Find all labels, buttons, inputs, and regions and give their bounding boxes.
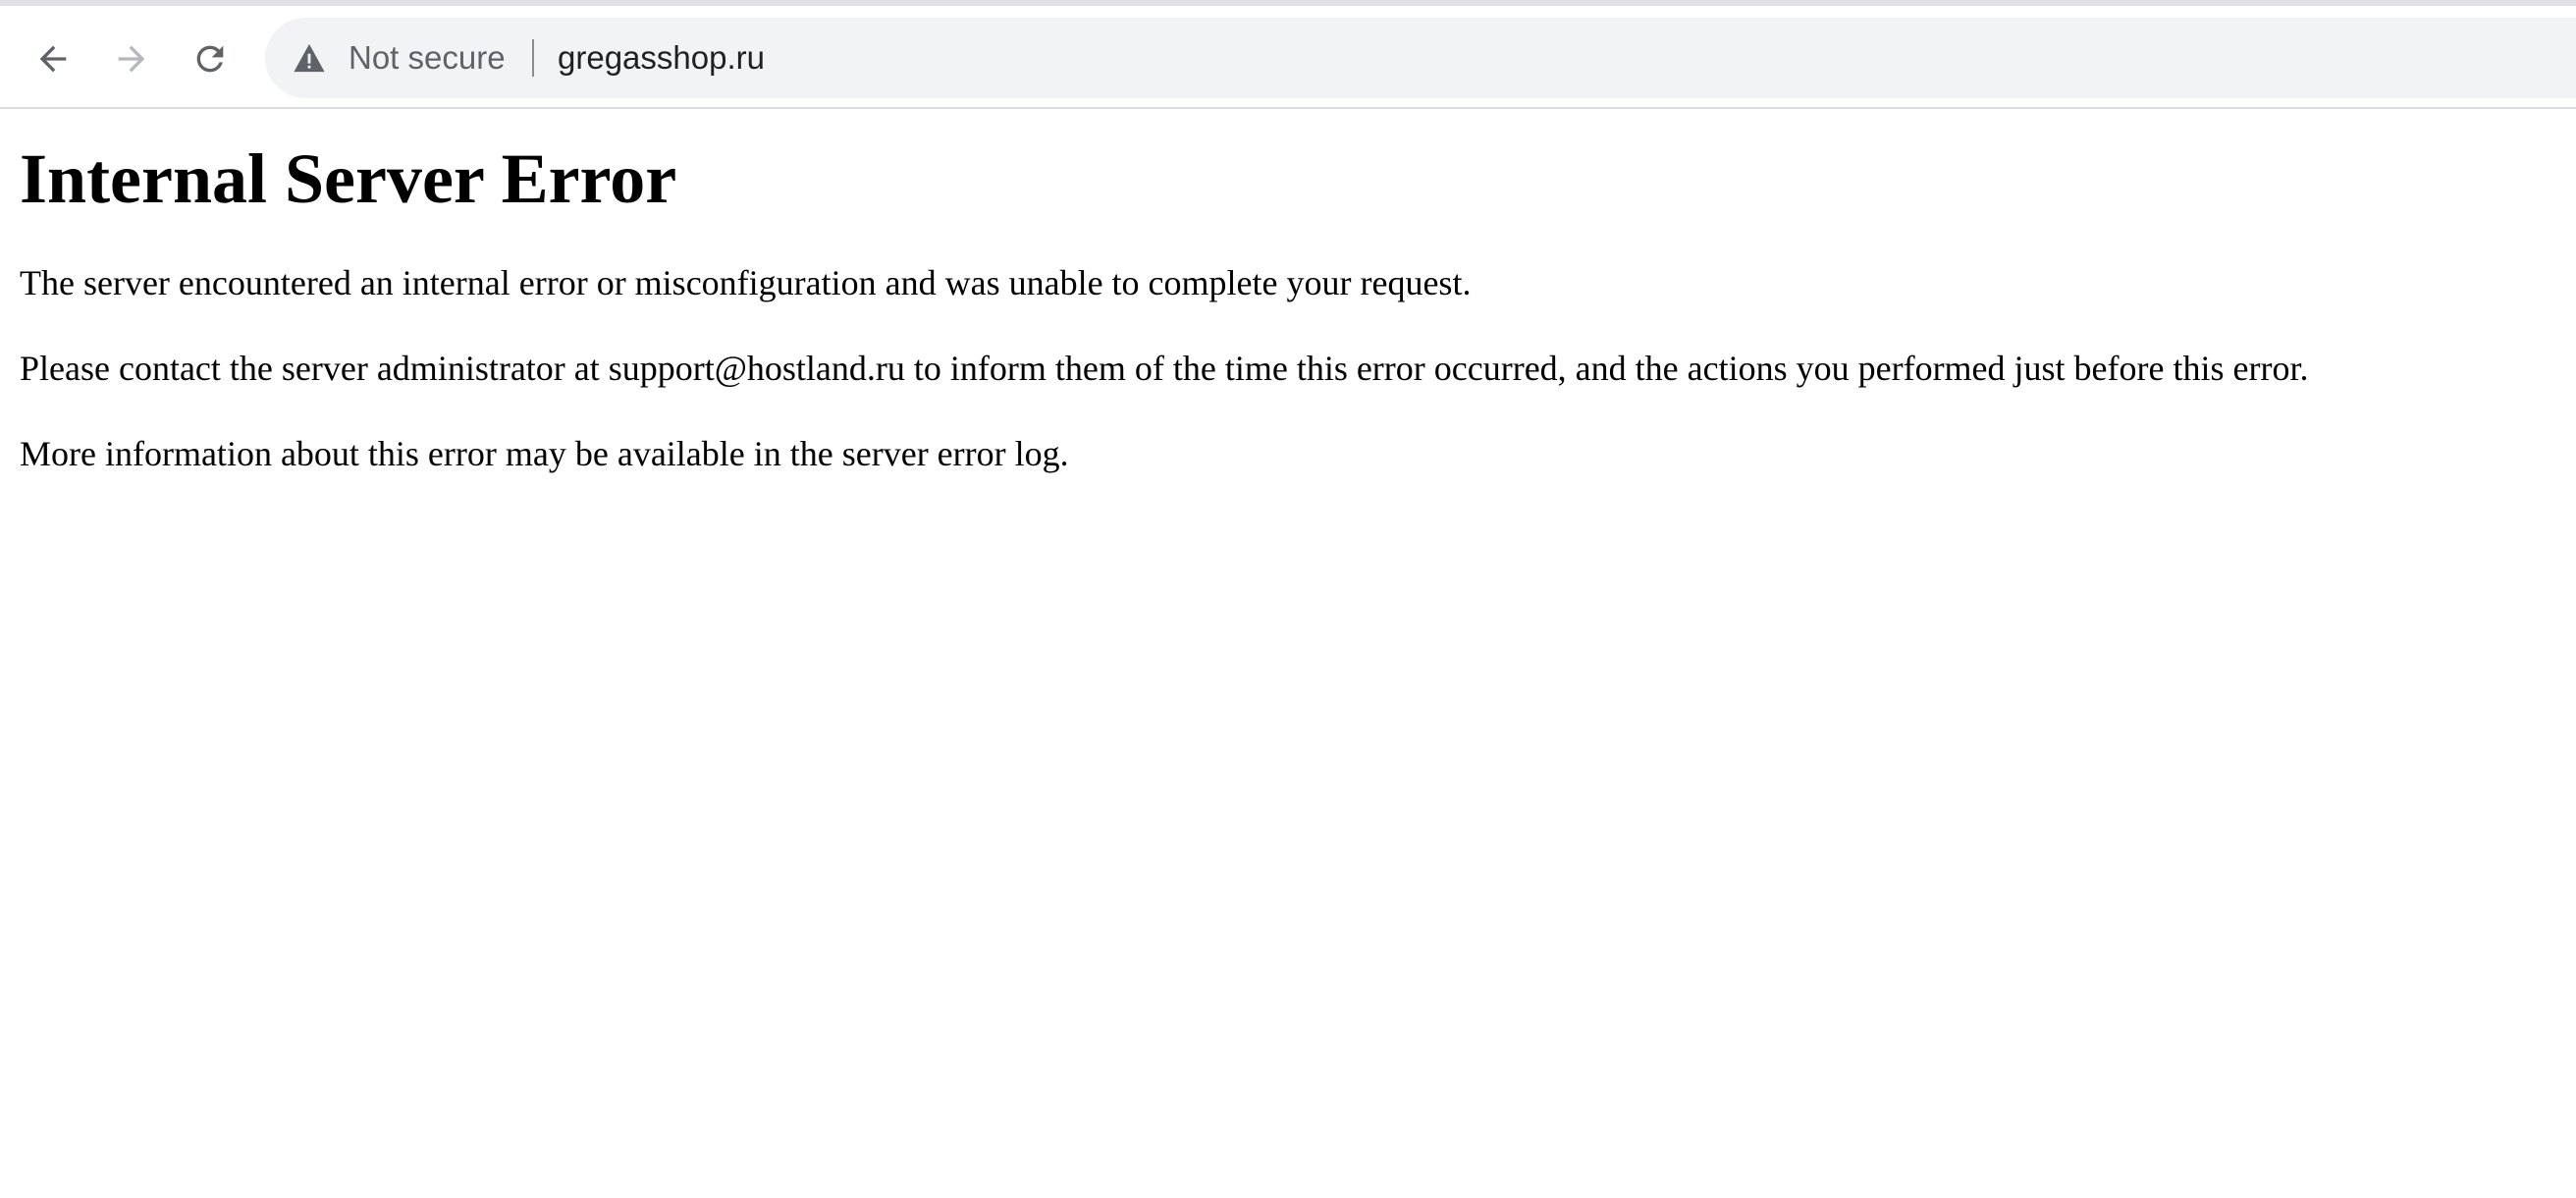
forward-arrow-icon xyxy=(118,45,145,73)
contact-instructions: Please contact the server administrator … xyxy=(20,349,2309,388)
reload-button[interactable] xyxy=(181,29,240,88)
security-status-label[interactable]: Not secure xyxy=(349,18,506,98)
error-log-note: More information about this error may be… xyxy=(20,434,1069,473)
address-bar[interactable]: Not secure gregasshop.ru xyxy=(265,18,2576,98)
url-text[interactable]: gregasshop.ru xyxy=(558,18,765,98)
forward-button[interactable] xyxy=(102,29,161,88)
warning-triangle-icon[interactable] xyxy=(293,42,326,74)
back-arrow-icon xyxy=(39,45,67,73)
back-button[interactable] xyxy=(24,29,82,88)
reload-icon xyxy=(196,45,224,73)
omnibox-divider xyxy=(532,39,534,77)
browser-toolbar: Not secure gregasshop.ru xyxy=(0,6,2576,109)
page-content: Internal Server Error The server encount… xyxy=(20,110,2308,475)
page-title: Internal Server Error xyxy=(20,139,677,218)
error-description: The server encountered an internal error… xyxy=(20,263,1472,302)
